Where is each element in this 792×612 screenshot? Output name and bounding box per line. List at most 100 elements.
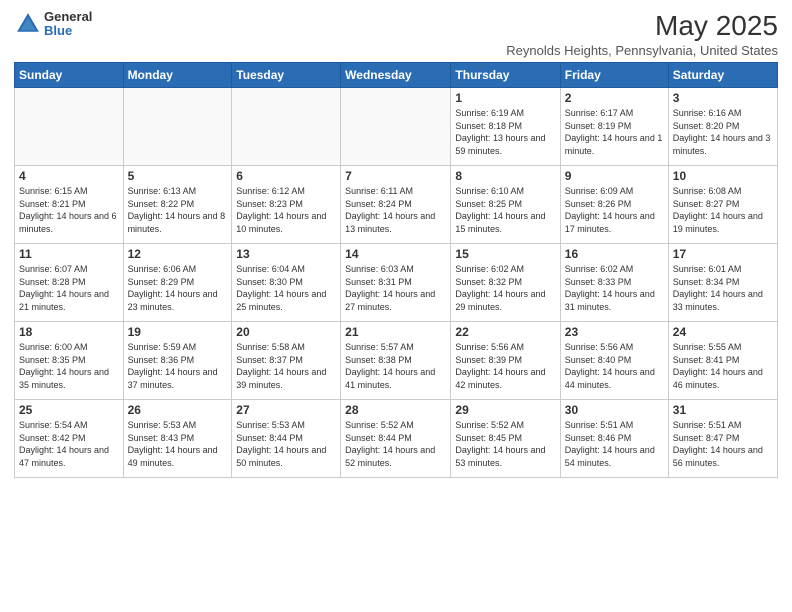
day-detail: Sunrise: 5:51 AM Sunset: 8:46 PM Dayligh… bbox=[565, 419, 664, 469]
calendar-day-cell: 6 Sunrise: 6:12 AM Sunset: 8:23 PM Daylig… bbox=[232, 166, 341, 244]
calendar-week-row: 1Sunrise: 6:19 AM Sunset: 8:18 PM Daylig… bbox=[15, 88, 778, 166]
day-number: 27 bbox=[236, 403, 336, 417]
day-number: 7 bbox=[345, 169, 446, 183]
calendar-day-cell: 22 Sunrise: 5:56 AM Sunset: 8:39 PM Dayli… bbox=[451, 322, 560, 400]
day-detail: Sunrise: 6:11 AM Sunset: 8:24 PM Dayligh… bbox=[345, 185, 446, 235]
day-number: 1 bbox=[455, 91, 555, 105]
calendar-day-cell: 2 Sunrise: 6:17 AM Sunset: 8:19 PM Daylig… bbox=[560, 88, 668, 166]
day-number: 13 bbox=[236, 247, 336, 261]
calendar-day-cell: 7 Sunrise: 6:11 AM Sunset: 8:24 PM Daylig… bbox=[341, 166, 451, 244]
day-detail: Sunrise: 5:51 AM Sunset: 8:47 PM Dayligh… bbox=[673, 419, 773, 469]
calendar-day-cell: 13 Sunrise: 6:04 AM Sunset: 8:30 PM Dayli… bbox=[232, 244, 341, 322]
day-detail: Sunrise: 5:52 AM Sunset: 8:45 PM Dayligh… bbox=[455, 419, 555, 469]
day-detail: Sunrise: 6:09 AM Sunset: 8:26 PM Dayligh… bbox=[565, 185, 664, 235]
calendar-day-cell: 31Sunrise: 5:51 AM Sunset: 8:47 PM Dayli… bbox=[668, 400, 777, 478]
day-detail: Sunrise: 6:02 AM Sunset: 8:32 PM Dayligh… bbox=[455, 263, 555, 313]
calendar-day-cell: 30 Sunrise: 5:51 AM Sunset: 8:46 PM Dayli… bbox=[560, 400, 668, 478]
day-detail: Sunrise: 5:52 AM Sunset: 8:44 PM Dayligh… bbox=[345, 419, 446, 469]
day-of-week-header: Thursday bbox=[451, 63, 560, 88]
calendar-week-row: 18Sunrise: 6:00 AM Sunset: 8:35 PM Dayli… bbox=[15, 322, 778, 400]
calendar-day-cell: 26Sunrise: 5:53 AM Sunset: 8:43 PM Dayli… bbox=[123, 400, 232, 478]
calendar-day-cell: 12Sunrise: 6:06 AM Sunset: 8:29 PM Dayli… bbox=[123, 244, 232, 322]
calendar-week-row: 4 Sunrise: 6:15 AM Sunset: 8:21 PM Daylig… bbox=[15, 166, 778, 244]
day-detail: Sunrise: 6:03 AM Sunset: 8:31 PM Dayligh… bbox=[345, 263, 446, 313]
calendar-day-cell bbox=[232, 88, 341, 166]
day-detail: Sunrise: 6:10 AM Sunset: 8:25 PM Dayligh… bbox=[455, 185, 555, 235]
day-number: 6 bbox=[236, 169, 336, 183]
day-number: 12 bbox=[128, 247, 228, 261]
calendar-day-cell: 9 Sunrise: 6:09 AM Sunset: 8:26 PM Daylig… bbox=[560, 166, 668, 244]
day-number: 15 bbox=[455, 247, 555, 261]
day-number: 28 bbox=[345, 403, 446, 417]
day-number: 22 bbox=[455, 325, 555, 339]
day-of-week-header: Friday bbox=[560, 63, 668, 88]
calendar-day-cell: 14 Sunrise: 6:03 AM Sunset: 8:31 PM Dayli… bbox=[341, 244, 451, 322]
day-number: 30 bbox=[565, 403, 664, 417]
day-number: 24 bbox=[673, 325, 773, 339]
day-number: 17 bbox=[673, 247, 773, 261]
calendar-day-cell: 1Sunrise: 6:19 AM Sunset: 8:18 PM Daylig… bbox=[451, 88, 560, 166]
day-detail: Sunrise: 6:12 AM Sunset: 8:23 PM Dayligh… bbox=[236, 185, 336, 235]
day-of-week-header: Wednesday bbox=[341, 63, 451, 88]
calendar-day-cell: 10Sunrise: 6:08 AM Sunset: 8:27 PM Dayli… bbox=[668, 166, 777, 244]
day-detail: Sunrise: 6:16 AM Sunset: 8:20 PM Dayligh… bbox=[673, 107, 773, 157]
calendar-day-cell: 28 Sunrise: 5:52 AM Sunset: 8:44 PM Dayli… bbox=[341, 400, 451, 478]
logo-icon bbox=[14, 10, 42, 38]
day-detail: Sunrise: 6:15 AM Sunset: 8:21 PM Dayligh… bbox=[19, 185, 119, 235]
calendar-day-cell: 20 Sunrise: 5:58 AM Sunset: 8:37 PM Dayli… bbox=[232, 322, 341, 400]
day-detail: Sunrise: 5:53 AM Sunset: 8:44 PM Dayligh… bbox=[236, 419, 336, 469]
day-number: 4 bbox=[19, 169, 119, 183]
calendar-day-cell: 18Sunrise: 6:00 AM Sunset: 8:35 PM Dayli… bbox=[15, 322, 124, 400]
logo: General Blue bbox=[14, 10, 92, 39]
logo-blue-text: Blue bbox=[44, 24, 92, 38]
calendar-day-cell bbox=[341, 88, 451, 166]
day-detail: Sunrise: 6:17 AM Sunset: 8:19 PM Dayligh… bbox=[565, 107, 664, 157]
calendar-header-row: SundayMondayTuesdayWednesdayThursdayFrid… bbox=[15, 63, 778, 88]
logo-general-text: General bbox=[44, 10, 92, 24]
day-number: 2 bbox=[565, 91, 664, 105]
day-detail: Sunrise: 5:53 AM Sunset: 8:43 PM Dayligh… bbox=[128, 419, 228, 469]
day-detail: Sunrise: 6:02 AM Sunset: 8:33 PM Dayligh… bbox=[565, 263, 664, 313]
header: General Blue May 2025 Reynolds Heights, … bbox=[14, 10, 778, 58]
day-number: 14 bbox=[345, 247, 446, 261]
day-number: 18 bbox=[19, 325, 119, 339]
subtitle: Reynolds Heights, Pennsylvania, United S… bbox=[506, 43, 778, 58]
day-of-week-header: Sunday bbox=[15, 63, 124, 88]
day-detail: Sunrise: 6:13 AM Sunset: 8:22 PM Dayligh… bbox=[128, 185, 228, 235]
day-detail: Sunrise: 5:58 AM Sunset: 8:37 PM Dayligh… bbox=[236, 341, 336, 391]
day-number: 8 bbox=[455, 169, 555, 183]
day-detail: Sunrise: 5:56 AM Sunset: 8:39 PM Dayligh… bbox=[455, 341, 555, 391]
calendar-day-cell: 5Sunrise: 6:13 AM Sunset: 8:22 PM Daylig… bbox=[123, 166, 232, 244]
day-detail: Sunrise: 5:55 AM Sunset: 8:41 PM Dayligh… bbox=[673, 341, 773, 391]
day-number: 25 bbox=[19, 403, 119, 417]
calendar-day-cell: 15 Sunrise: 6:02 AM Sunset: 8:32 PM Dayli… bbox=[451, 244, 560, 322]
calendar-day-cell: 19Sunrise: 5:59 AM Sunset: 8:36 PM Dayli… bbox=[123, 322, 232, 400]
calendar-day-cell: 3 Sunrise: 6:16 AM Sunset: 8:20 PM Daylig… bbox=[668, 88, 777, 166]
main-title: May 2025 bbox=[506, 10, 778, 42]
calendar-day-cell: 24 Sunrise: 5:55 AM Sunset: 8:41 PM Dayli… bbox=[668, 322, 777, 400]
calendar-day-cell: 4 Sunrise: 6:15 AM Sunset: 8:21 PM Daylig… bbox=[15, 166, 124, 244]
day-detail: Sunrise: 6:07 AM Sunset: 8:28 PM Dayligh… bbox=[19, 263, 119, 313]
day-number: 19 bbox=[128, 325, 228, 339]
title-block: May 2025 Reynolds Heights, Pennsylvania,… bbox=[506, 10, 778, 58]
page: General Blue May 2025 Reynolds Heights, … bbox=[0, 0, 792, 612]
day-number: 3 bbox=[673, 91, 773, 105]
day-detail: Sunrise: 6:04 AM Sunset: 8:30 PM Dayligh… bbox=[236, 263, 336, 313]
day-number: 10 bbox=[673, 169, 773, 183]
calendar-day-cell: 17 Sunrise: 6:01 AM Sunset: 8:34 PM Dayli… bbox=[668, 244, 777, 322]
day-detail: Sunrise: 5:56 AM Sunset: 8:40 PM Dayligh… bbox=[565, 341, 664, 391]
calendar-week-row: 11 Sunrise: 6:07 AM Sunset: 8:28 PM Dayli… bbox=[15, 244, 778, 322]
day-number: 9 bbox=[565, 169, 664, 183]
calendar-day-cell: 27 Sunrise: 5:53 AM Sunset: 8:44 PM Dayli… bbox=[232, 400, 341, 478]
calendar-day-cell: 25Sunrise: 5:54 AM Sunset: 8:42 PM Dayli… bbox=[15, 400, 124, 478]
calendar-table: SundayMondayTuesdayWednesdayThursdayFrid… bbox=[14, 62, 778, 478]
day-number: 20 bbox=[236, 325, 336, 339]
day-number: 29 bbox=[455, 403, 555, 417]
day-number: 11 bbox=[19, 247, 119, 261]
day-number: 21 bbox=[345, 325, 446, 339]
day-detail: Sunrise: 6:01 AM Sunset: 8:34 PM Dayligh… bbox=[673, 263, 773, 313]
day-of-week-header: Tuesday bbox=[232, 63, 341, 88]
calendar-day-cell: 16Sunrise: 6:02 AM Sunset: 8:33 PM Dayli… bbox=[560, 244, 668, 322]
calendar-day-cell: 21Sunrise: 5:57 AM Sunset: 8:38 PM Dayli… bbox=[341, 322, 451, 400]
calendar-day-cell: 11 Sunrise: 6:07 AM Sunset: 8:28 PM Dayli… bbox=[15, 244, 124, 322]
